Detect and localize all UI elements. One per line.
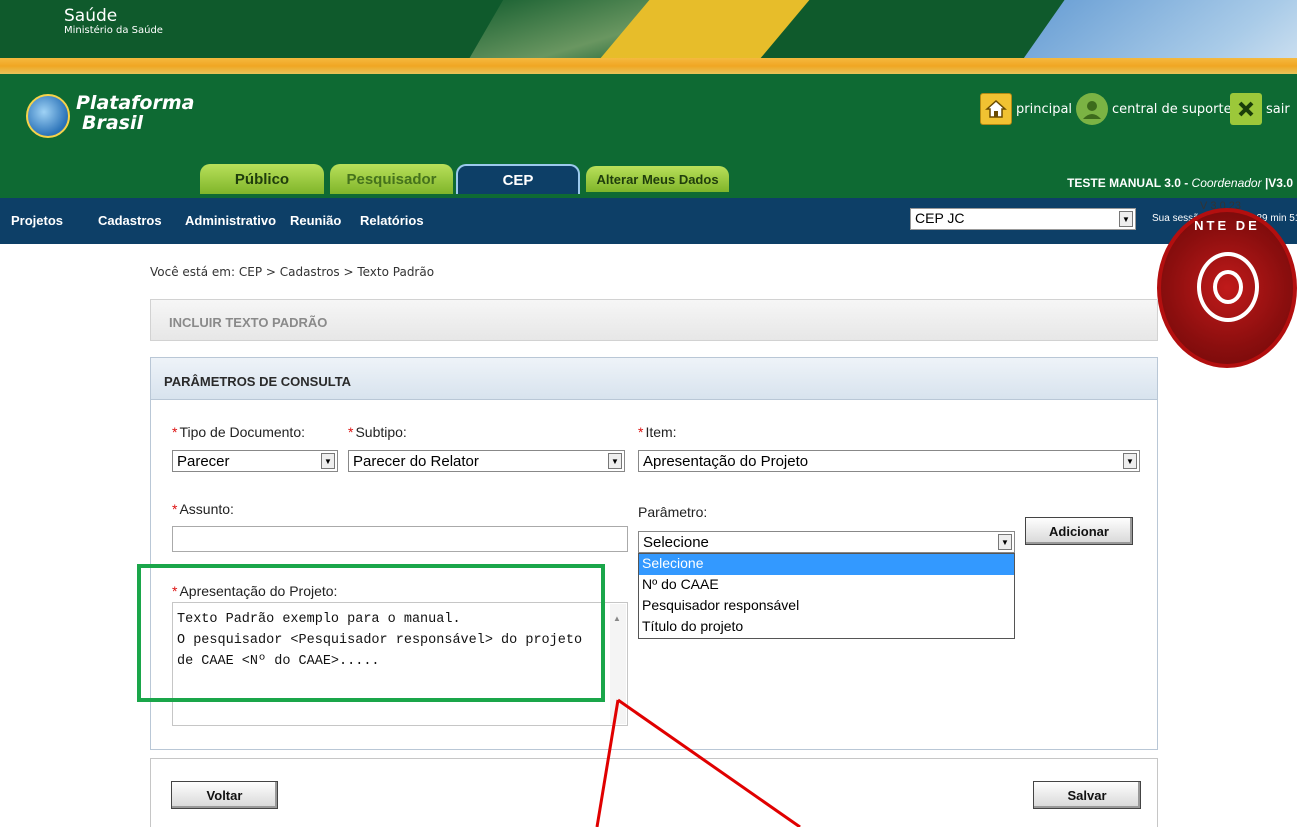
scroll-up-icon: ▲ <box>613 614 621 623</box>
annotation-highlight-box <box>137 564 605 702</box>
actions-panel <box>150 758 1158 827</box>
user-version: |V3.0 <box>1261 176 1293 190</box>
adicionar-button[interactable]: Adicionar <box>1025 517 1133 545</box>
parametro-dropdown-list[interactable]: Selecione Nº do CAAE Pesquisador respons… <box>638 553 1015 639</box>
tipo-documento-label: * Tipo de Documento: <box>172 424 306 440</box>
page-title: INCLUIR TEXTO PADRÃO <box>169 315 328 330</box>
parametro-option[interactable]: Título do projeto <box>639 617 1014 638</box>
principal-label: principal <box>1016 101 1073 117</box>
consulta-header: PARÂMETROS DE CONSULTA <box>151 358 1157 400</box>
consulta-title: PARÂMETROS DE CONSULTA <box>164 374 352 389</box>
tipo-documento-select[interactable]: Parecer ▼ <box>172 450 338 472</box>
home-icon <box>980 93 1012 125</box>
logo-line2: Brasil <box>82 112 144 134</box>
textarea-scrollbar[interactable]: ▲ <box>610 604 626 724</box>
principal-link[interactable]: principal <box>980 92 1072 126</box>
chevron-down-icon: ▼ <box>321 453 335 469</box>
suporte-link[interactable]: central de suporte <box>1076 92 1232 126</box>
incluir-section-header: INCLUIR TEXTO PADRÃO <box>150 299 1158 341</box>
assunto-input[interactable] <box>172 526 628 552</box>
chevron-down-icon: ▼ <box>998 534 1012 550</box>
subtipo-value: Parecer do Relator <box>353 453 479 470</box>
page: Saúde Ministério da Saúde Plataforma Bra… <box>0 0 1297 827</box>
chevron-down-icon: ▼ <box>608 453 622 469</box>
gov-subtitle: Ministério da Saúde <box>64 25 163 36</box>
seal-top-text: NTE DE <box>1194 218 1260 233</box>
suporte-label: central de suporte <box>1112 101 1232 117</box>
parametro-select[interactable]: Selecione ▼ <box>638 531 1015 553</box>
cep-select[interactable]: CEP JC ▼ <box>910 208 1136 230</box>
gov-stripe <box>0 58 1297 74</box>
tab-cep[interactable]: CEP <box>456 164 580 194</box>
nav-administrativo[interactable]: Administrativo <box>185 213 276 228</box>
sair-label: sair <box>1266 101 1290 117</box>
nav-projetos[interactable]: Projetos <box>11 213 63 228</box>
chevron-down-icon: ▼ <box>1119 211 1133 227</box>
breadcrumb: Você está em: CEP > Cadastros > Texto Pa… <box>150 265 435 279</box>
user-info: TESTE MANUAL 3.0 - Coordenador |V3.0 <box>1067 176 1293 190</box>
main-nav: Projetos Cadastros Administrativo Reuniã… <box>0 198 1297 244</box>
cep-select-value: CEP JC <box>915 210 965 226</box>
parametro-label: Parâmetro: <box>638 504 708 520</box>
globe-icon <box>26 94 70 138</box>
gov-title: Saúde <box>64 6 118 26</box>
plataforma-brasil-logo[interactable]: Plataforma Brasil <box>22 84 194 144</box>
logo-line1: Plataforma <box>76 92 195 114</box>
tab-alterar-meus-dados[interactable]: Alterar Meus Dados <box>586 166 729 192</box>
nav-relatorios[interactable]: Relatórios <box>360 213 424 228</box>
item-select[interactable]: Apresentação do Projeto ▼ <box>638 450 1140 472</box>
subtipo-select[interactable]: Parecer do Relator ▼ <box>348 450 625 472</box>
voltar-button[interactable]: Voltar <box>171 781 278 809</box>
assunto-label: * Assunto: <box>172 501 234 517</box>
nav-reuniao[interactable]: Reunião <box>290 213 341 228</box>
nav-cadastros[interactable]: Cadastros <box>98 213 162 228</box>
item-value: Apresentação do Projeto <box>643 453 809 470</box>
subtipo-label: * Subtipo: <box>348 424 407 440</box>
app-header: Plataforma Brasil principal central de s… <box>0 74 1297 198</box>
tab-pesquisador[interactable]: Pesquisador <box>330 164 453 194</box>
parametro-value: Selecione <box>643 534 709 551</box>
tab-publico[interactable]: Público <box>200 164 324 194</box>
user-role: Coordenador <box>1191 176 1262 190</box>
homologacao-seal: NTE DE <box>1157 208 1297 368</box>
seal-core-icon <box>1213 270 1243 304</box>
support-person-icon <box>1076 93 1108 125</box>
exit-x-icon <box>1230 93 1262 125</box>
parametro-option[interactable]: Selecione <box>639 554 1014 575</box>
parametro-option[interactable]: Nº do CAAE <box>639 575 1014 596</box>
chevron-down-icon: ▼ <box>1123 453 1137 469</box>
user-name: TESTE MANUAL 3.0 - <box>1067 176 1192 190</box>
tipo-documento-value: Parecer <box>177 453 230 470</box>
item-label: * Item: <box>638 424 677 440</box>
sair-link[interactable]: sair <box>1230 92 1290 126</box>
parametro-option[interactable]: Pesquisador responsável <box>639 596 1014 617</box>
salvar-button[interactable]: Salvar <box>1033 781 1141 809</box>
